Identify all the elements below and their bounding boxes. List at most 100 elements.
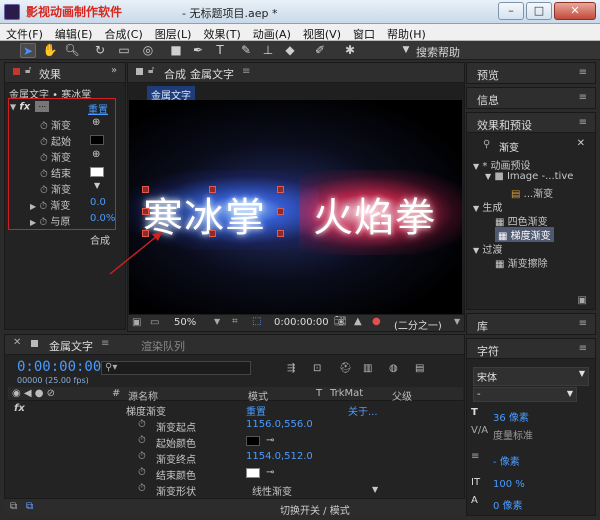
param-name: 结束颜色 <box>156 471 196 482</box>
param-value[interactable]: 1154.0,512.0 <box>246 451 313 462</box>
character-tab[interactable]: 字符 <box>477 343 499 359</box>
param-value[interactable]: 1156.0,556.0 <box>246 419 313 430</box>
panel-menu-icon[interactable]: ≡ <box>579 67 587 78</box>
panel-menu-icon[interactable]: ≡ <box>579 343 587 354</box>
folder-icon: ■ <box>494 171 504 182</box>
timeline-effect-row[interactable]: fx 梯度渐变 重置 关于... <box>8 402 463 418</box>
panel-menu-icon[interactable]: ≡ <box>579 318 587 329</box>
motion-blur-icon[interactable]: ◍ <box>389 363 398 374</box>
timeline-header: ✕ 金属文字 ≡ 渲染队列 <box>5 335 464 355</box>
effects-search-input[interactable]: 渐变 <box>499 139 519 154</box>
column-parent[interactable]: 父级 <box>392 388 412 403</box>
effect-reset-link[interactable]: 重置 <box>246 403 266 418</box>
effect-about-link[interactable]: 关于... <box>348 403 378 418</box>
timeline-footer: ⧉ ⧉ 切换开关 / 模式 <box>4 498 465 517</box>
stopwatch-icon[interactable]: ⏱ <box>138 483 146 494</box>
column-source-name[interactable]: 源名称 <box>128 388 158 403</box>
tree-item[interactable]: ▼ 过渡 <box>473 241 502 256</box>
character-header: 字符 ≡ <box>467 339 595 359</box>
eyedropper-icon[interactable]: ⊸ <box>266 467 274 478</box>
tree-item[interactable]: ▦ 渐变擦除 <box>495 255 548 270</box>
stopwatch-icon[interactable]: ⏱ <box>138 467 146 478</box>
vertical-scale-icon: IT <box>471 477 481 488</box>
effects-presets-tab[interactable]: 效果和预设 <box>477 117 532 133</box>
hide-shy-icon[interactable]: ⛑ <box>339 363 352 374</box>
stopwatch-icon[interactable]: ⏱ <box>138 451 146 462</box>
font-family-select[interactable]: 宋体 ▼ <box>473 367 589 386</box>
av-features-icon: ◉ ◀ ● ⊘ <box>12 388 56 399</box>
current-time[interactable]: 0:00:00:00 <box>274 317 329 328</box>
baseline-icon: A <box>471 495 478 506</box>
tree-item[interactable]: ▦ 四色渐变 <box>495 213 548 228</box>
fit-frame-icon[interactable]: ⌗ <box>232 316 238 327</box>
snapshot-icon[interactable]: 📷︎ <box>334 316 347 327</box>
panel-menu-icon[interactable]: ≡ <box>579 92 587 103</box>
effects-presets-header: 效果和预设 ≡ <box>467 113 595 133</box>
safe-area-icon[interactable]: ⬚ <box>252 316 261 327</box>
param-name: 起始颜色 <box>156 439 196 450</box>
timeline-tab[interactable]: 金属文字 <box>49 338 93 354</box>
character-panel: 字符 ≡ 宋体 ▼ - ▼ T 36 像素 V/A 度量标准 ≡ - 像素 IT 1… <box>466 338 596 516</box>
tree-item[interactable]: ▼ 生成 <box>473 199 502 214</box>
baseline-value[interactable]: 0 像素 <box>493 497 523 512</box>
tree-item-selected[interactable]: ▦ 梯度渐变 <box>495 227 554 242</box>
collapse-arrow-icon[interactable]: ▼ <box>473 246 479 255</box>
zoom-level[interactable]: 50% <box>174 317 196 328</box>
effect-name[interactable]: 梯度渐变 <box>126 403 166 418</box>
column-mode[interactable]: 模式 <box>248 388 268 403</box>
font-style-select[interactable]: - ▼ <box>473 387 577 402</box>
eyedropper-icon[interactable]: ⊸ <box>266 435 274 446</box>
panel-menu-icon[interactable]: ≡ <box>579 117 587 128</box>
frame-rate-info: 00000 (25.00 fps) <box>17 376 89 385</box>
draft-3d-icon[interactable]: ⊡ <box>313 363 321 374</box>
comp-mini-flowchart-icon[interactable]: ⇶ <box>287 363 295 374</box>
new-preset-icon[interactable]: ▣ <box>578 295 587 306</box>
info-tab[interactable]: 信息 <box>477 92 499 108</box>
clear-search-icon[interactable]: ✕ <box>577 138 585 149</box>
stopwatch-icon[interactable]: ⏱ <box>138 419 146 430</box>
start-color-swatch[interactable] <box>246 436 260 446</box>
end-color-swatch[interactable] <box>246 468 260 478</box>
toggle-switches-modes[interactable]: 切换开关 / 模式 <box>280 502 350 517</box>
tree-item[interactable]: ▼ * 动画预设 <box>473 157 531 172</box>
channel-icon[interactable]: ● <box>372 316 381 327</box>
frame-blending-icon[interactable]: ▥ <box>363 363 372 374</box>
timeline-search-input[interactable]: ⚲▾ <box>101 361 251 375</box>
collapse-arrow-icon[interactable]: ▼ <box>473 162 479 171</box>
info-panel: 信息 ≡ <box>466 87 596 109</box>
graph-editor-icon[interactable]: ▤ <box>415 363 424 374</box>
dropdown-arrow-icon[interactable]: ▼ <box>372 485 378 494</box>
resolution-dropdown[interactable]: (二分之一) <box>394 317 442 332</box>
column-trkmat[interactable]: TrkMat <box>330 388 363 399</box>
font-size-value[interactable]: 36 像素 <box>493 409 529 424</box>
vertical-scale-value[interactable]: 100 % <box>493 479 525 490</box>
tree-item[interactable]: ▤ ...渐变 <box>511 185 553 200</box>
panel-menu-icon[interactable]: ≡ <box>101 338 109 349</box>
monitor-icon[interactable]: ▭ <box>150 317 159 328</box>
zoom-dropdown-icon[interactable]: ▼ <box>214 317 220 326</box>
toggle-transfer-icon[interactable]: ⧉ <box>26 501 33 512</box>
collapse-arrow-icon[interactable]: ▼ <box>485 172 491 181</box>
show-snapshot-icon[interactable]: ▲ <box>354 316 362 327</box>
render-queue-tab[interactable]: 渲染队列 <box>141 338 185 354</box>
timeline-timecode[interactable]: 0:00:00:00 <box>17 359 101 375</box>
preview-tab[interactable]: 预览 <box>477 67 499 83</box>
library-tab[interactable]: 库 <box>477 318 488 334</box>
toggle-panes-icon[interactable]: ⧉ <box>10 501 17 512</box>
kerning-value[interactable]: 度量标准 <box>493 427 533 442</box>
effect-icon: ▦ <box>495 259 505 270</box>
preview-panel: 预览 ≡ <box>466 62 596 84</box>
font-size-icon: T <box>471 407 478 418</box>
param-name: 渐变终点 <box>156 455 196 466</box>
leading-value[interactable]: - 像素 <box>493 453 520 468</box>
stopwatch-icon[interactable]: ⏱ <box>138 435 146 446</box>
timeline-param-row: ⏱ 结束颜色 ⊸ <box>8 466 463 482</box>
close-tab-icon[interactable]: ✕ <box>13 337 21 348</box>
ramp-shape-dropdown[interactable]: 线性渐变 <box>252 483 292 498</box>
timeline-param-row: ⏱ 渐变终点 1154.0,512.0 <box>8 450 463 466</box>
tree-item[interactable]: ▼ ■ Image -...tive <box>485 171 573 182</box>
always-preview-icon[interactable]: ▣ <box>132 317 141 328</box>
timeline-column-headers: ◉ ◀ ● ⊘ # 源名称 模式 T TrkMat 父级 <box>8 387 463 403</box>
resolution-arrow-icon[interactable]: ▼ <box>454 317 460 326</box>
collapse-arrow-icon[interactable]: ▼ <box>473 204 479 213</box>
